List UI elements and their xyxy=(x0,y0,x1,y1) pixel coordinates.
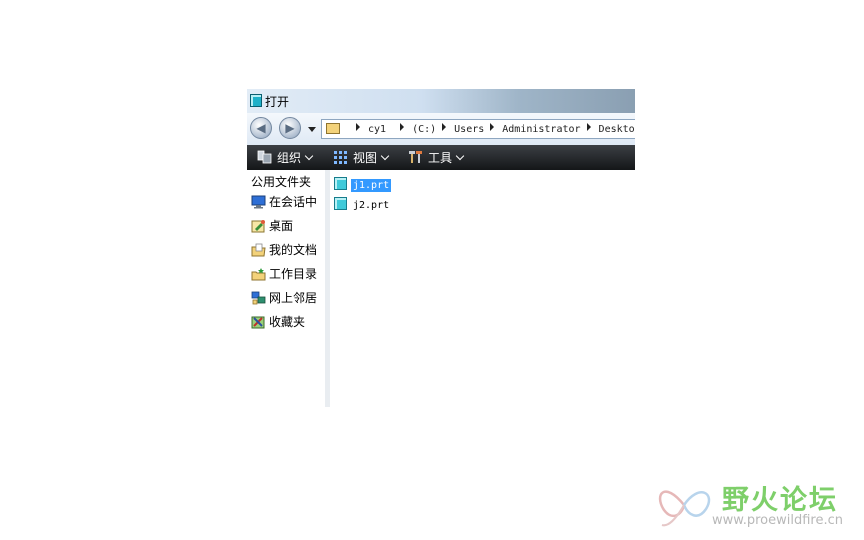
sidebar-item-network[interactable]: 网上邻居 xyxy=(251,289,317,307)
sidebar-item-label: 我的文档 xyxy=(269,243,318,257)
sidebar-item-label: 收藏夹 xyxy=(269,315,306,329)
breadcrumb-item[interactable]: (C:) xyxy=(412,124,436,135)
file-list: j1.prt j2.prt xyxy=(330,170,635,407)
recent-locations-dropdown[interactable] xyxy=(308,127,316,132)
address-bar-area: ◀ ▶ cy1 (C:) Users Administrator Desktop xyxy=(247,113,635,146)
back-button[interactable]: ◀ xyxy=(250,117,272,139)
open-dialog: 打开 ◀ ▶ cy1(C:)UsersAdministratorDesktop … xyxy=(247,89,635,407)
back-arrow-icon: ◀ xyxy=(256,121,266,135)
favorites-icon xyxy=(251,316,265,329)
tools-icon xyxy=(409,151,422,163)
watermark-logo-icon xyxy=(658,490,711,527)
working-folder-icon xyxy=(251,268,266,281)
sidebar-item-label: 桌面 xyxy=(269,219,294,233)
breadcrumb: cy1 (C:) Users Administrator Desktop xyxy=(350,123,635,135)
command-toolbar: 组织 视图 工具 xyxy=(247,145,635,170)
view-button[interactable]: 视图 xyxy=(333,149,390,166)
sidebar-item-favorites[interactable]: 收藏夹 xyxy=(251,313,305,331)
sidebar-item-working-directory[interactable]: 工作目录 xyxy=(251,265,317,283)
part-file-icon xyxy=(334,177,347,190)
folder-icon xyxy=(326,123,340,134)
forward-arrow-icon: ▶ xyxy=(285,121,295,135)
tools-button[interactable]: 工具 xyxy=(408,149,465,166)
tools-label: 工具 xyxy=(428,151,453,165)
sidebar-item-label: 在会话中 xyxy=(269,195,318,209)
file-item-j2[interactable]: j2.prt xyxy=(334,193,391,211)
window-title: 打开 xyxy=(265,95,290,109)
chevron-down-icon xyxy=(455,151,465,161)
breadcrumb-item[interactable]: cy1 xyxy=(368,124,386,135)
breadcrumb-separator-icon[interactable] xyxy=(586,123,591,131)
sidebar-item-desktop[interactable]: 桌面 xyxy=(251,217,293,235)
network-icon xyxy=(251,291,266,305)
documents-icon xyxy=(251,243,266,257)
file-item-j1[interactable]: j1.prt xyxy=(334,173,392,192)
desktop-icon xyxy=(251,220,265,233)
breadcrumb-separator-icon[interactable] xyxy=(400,123,405,131)
forward-button[interactable]: ▶ xyxy=(279,117,301,139)
sidebar-item-in-session[interactable]: 在会话中 xyxy=(251,193,317,211)
title-bar[interactable]: 打开 xyxy=(247,89,635,113)
file-name: j1.prt xyxy=(351,179,392,192)
breadcrumb-item[interactable]: Desktop xyxy=(599,124,635,135)
sidebar-item-label: 网上邻居 xyxy=(269,291,318,305)
chevron-down-icon xyxy=(380,151,390,161)
breadcrumb-separator-icon[interactable] xyxy=(490,123,495,131)
view-label: 视图 xyxy=(353,151,378,165)
nav-pane-header: 公用文件夹 xyxy=(251,175,312,189)
sidebar-item-my-documents[interactable]: 我的文档 xyxy=(251,241,317,259)
breadcrumb-separator-icon[interactable] xyxy=(442,123,447,131)
app-icon xyxy=(250,94,262,107)
watermark-text: 野火论坛 xyxy=(722,485,838,516)
organize-icon xyxy=(257,150,272,164)
monitor-icon xyxy=(251,195,266,209)
navigation-pane: 公用文件夹 在会话中 桌面 我的文档 工作目录 网上邻居 收藏夹 xyxy=(247,170,326,407)
file-name: j2.prt xyxy=(353,200,390,211)
chevron-down-icon xyxy=(304,151,314,161)
breadcrumb-item[interactable]: Users xyxy=(454,124,484,135)
view-icon xyxy=(334,151,347,164)
breadcrumb-item[interactable]: Administrator xyxy=(502,124,580,135)
part-file-icon xyxy=(334,197,347,210)
sidebar-item-label: 工作目录 xyxy=(269,267,318,281)
organize-button[interactable]: 组织 xyxy=(257,149,314,166)
organize-label: 组织 xyxy=(277,151,302,165)
watermark-url: www.proewildfire.cn xyxy=(712,513,843,528)
address-box[interactable]: cy1 (C:) Users Administrator Desktop xyxy=(321,119,635,139)
breadcrumb-separator-icon[interactable] xyxy=(356,123,360,131)
